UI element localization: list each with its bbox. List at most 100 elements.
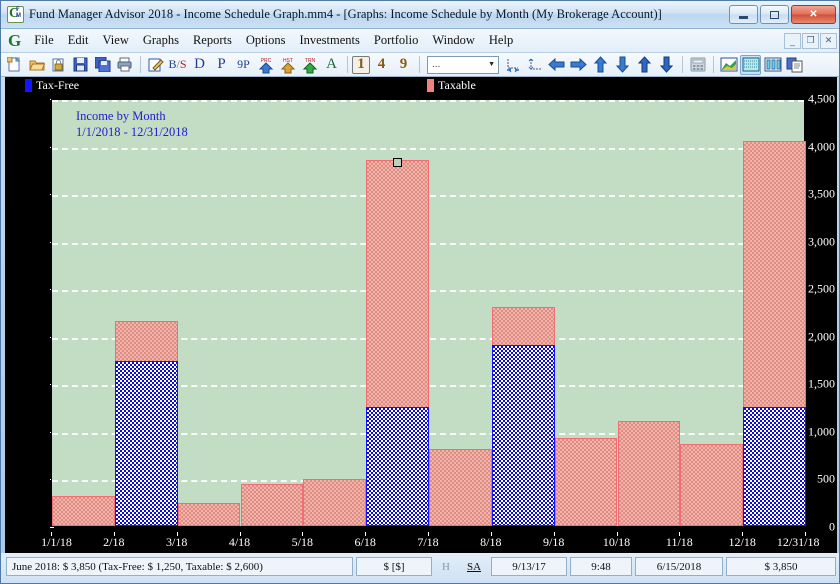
x-axis-tick (805, 532, 806, 536)
chart-bar[interactable] (554, 437, 618, 526)
open-folder-icon[interactable] (26, 55, 47, 75)
maximize-button[interactable] (760, 5, 789, 24)
mdi-close-button[interactable]: ✕ (820, 32, 837, 49)
menu-item-window[interactable]: Window (425, 31, 482, 50)
font-icon[interactable]: A (321, 55, 342, 75)
bar-segment-tax-free[interactable] (114, 360, 178, 526)
history-update-icon[interactable]: HST (277, 55, 298, 75)
x-axis-tick (51, 532, 52, 536)
mdi-restore-button[interactable]: ❐ (802, 32, 819, 49)
copy-report-icon[interactable] (784, 55, 805, 75)
bar-segment-taxable[interactable] (177, 503, 241, 526)
minimize-button[interactable] (729, 5, 758, 24)
status-currency[interactable]: $ [$] (356, 557, 432, 576)
bar-segment-taxable[interactable] (303, 479, 367, 526)
calculator-icon[interactable] (687, 55, 708, 75)
toolbar-separator-3 (419, 56, 420, 73)
x-axis-label: 12/18 (728, 535, 756, 549)
mdi-minimize-button[interactable]: _ (784, 32, 801, 49)
toolbar-separator (140, 56, 141, 73)
title-bar: CFM Fund Manager Advisor 2018 - Income S… (1, 1, 839, 29)
arrow-down-alt-icon[interactable] (656, 55, 677, 75)
price-update-icon[interactable]: PRC (255, 55, 276, 75)
view-one-icon[interactable]: 1 (352, 55, 370, 74)
chart-bar[interactable] (743, 140, 806, 526)
arrow-left-icon[interactable] (546, 55, 567, 75)
bar-segment-taxable[interactable] (617, 421, 681, 526)
chart-bar[interactable] (114, 320, 178, 526)
selection-marker[interactable] (393, 157, 403, 167)
gridline (52, 147, 804, 150)
arrow-up-icon[interactable] (590, 55, 611, 75)
chart-bar[interactable] (680, 444, 744, 526)
lock-file-icon[interactable] (48, 55, 69, 75)
x-axis-tick (239, 532, 241, 536)
chart-bar[interactable] (177, 503, 241, 526)
bar-segment-tax-free[interactable] (491, 345, 555, 526)
menu-item-investments[interactable]: Investments (292, 31, 366, 50)
menu-item-file[interactable]: File (27, 31, 60, 50)
x-axis-tick (113, 532, 115, 536)
price-icon[interactable]: P (211, 55, 232, 75)
bar-segment-tax-free[interactable] (366, 407, 429, 526)
bar-segment-taxable[interactable] (240, 484, 304, 526)
chart-bar[interactable] (429, 448, 492, 526)
column-chart-icon[interactable] (762, 55, 783, 75)
x-axis-label: 2/18 (103, 535, 125, 549)
new-file-icon[interactable] (4, 55, 25, 75)
chart-bar[interactable] (366, 159, 429, 526)
menu-item-graphs[interactable]: Graphs (136, 31, 186, 50)
save-icon[interactable] (70, 55, 91, 75)
x-axis-tick (679, 532, 681, 536)
menu-item-help[interactable]: Help (482, 31, 520, 50)
menu-item-reports[interactable]: Reports (186, 31, 239, 50)
edit-note-icon[interactable] (145, 55, 166, 75)
status-hedge-flag[interactable]: H (435, 557, 457, 576)
view-nine-icon[interactable]: 9 (393, 55, 414, 75)
fit-horizontal-icon[interactable] (502, 55, 523, 75)
arrow-right-icon[interactable] (568, 55, 589, 75)
chart-bar[interactable] (52, 495, 115, 526)
chart-bar[interactable] (240, 484, 304, 526)
bar-segment-taxable[interactable] (680, 444, 744, 526)
close-button[interactable]: ✕ (791, 5, 836, 24)
bar-segment-tax-free[interactable] (743, 407, 806, 526)
chart-bar[interactable] (617, 421, 681, 526)
chart-bar[interactable] (491, 307, 555, 526)
x-axis-label: 4/18 (228, 535, 251, 549)
bar-segment-taxable[interactable] (429, 448, 492, 526)
graph-panel: Tax-Free Taxable 0 500 1,000 1,500 2,000 2,50… (5, 77, 837, 553)
menu-item-portfolio[interactable]: Portfolio (367, 31, 425, 50)
graph-select-combo[interactable]: ... ▼ (427, 55, 499, 74)
x-axis-tick (490, 532, 492, 536)
dividend-icon[interactable]: D (189, 55, 210, 75)
view-four-icon[interactable]: 4 (371, 55, 392, 75)
chart-bar[interactable] (303, 479, 367, 526)
bs-ratio-icon[interactable]: B / S (167, 55, 188, 75)
plot-area[interactable]: Income by Month 1/1/2018 - 12/31/2018 (51, 99, 806, 527)
arrow-up-alt-icon[interactable] (634, 55, 655, 75)
save-all-icon[interactable] (92, 55, 113, 75)
area-chart-icon[interactable] (718, 55, 739, 75)
bar-segment-taxable[interactable] (554, 437, 618, 526)
print-icon[interactable] (114, 55, 135, 75)
status-sa-flag[interactable]: SA (460, 557, 488, 576)
graph-select-value: ... (432, 59, 441, 70)
nine-price-icon[interactable]: 9P (233, 55, 254, 75)
bar-segment-taxable[interactable] (52, 495, 115, 526)
window-controls: ✕ (729, 5, 836, 24)
transaction-update-icon[interactable]: TRN (299, 55, 320, 75)
legend-item-tax-free: Tax-Free (25, 77, 79, 94)
x-axis-label: 7/18 (417, 535, 439, 549)
mdi-document-icon: G (8, 31, 22, 50)
fit-vertical-icon[interactable] (524, 55, 545, 75)
x-axis-label: 11/18 (665, 535, 693, 549)
status-message: June 2018: $ 3,850 (Tax-Free: $ 1,250, T… (6, 557, 353, 576)
mdi-window-controls: _ ❐ ✕ (784, 32, 837, 49)
menu-item-options[interactable]: Options (239, 31, 293, 50)
bar-chart-icon[interactable] (740, 54, 761, 75)
menu-item-view[interactable]: View (96, 31, 136, 50)
x-axis-label: 6/18 (354, 535, 376, 549)
menu-item-edit[interactable]: Edit (61, 31, 96, 50)
arrow-down-icon[interactable] (612, 55, 633, 75)
